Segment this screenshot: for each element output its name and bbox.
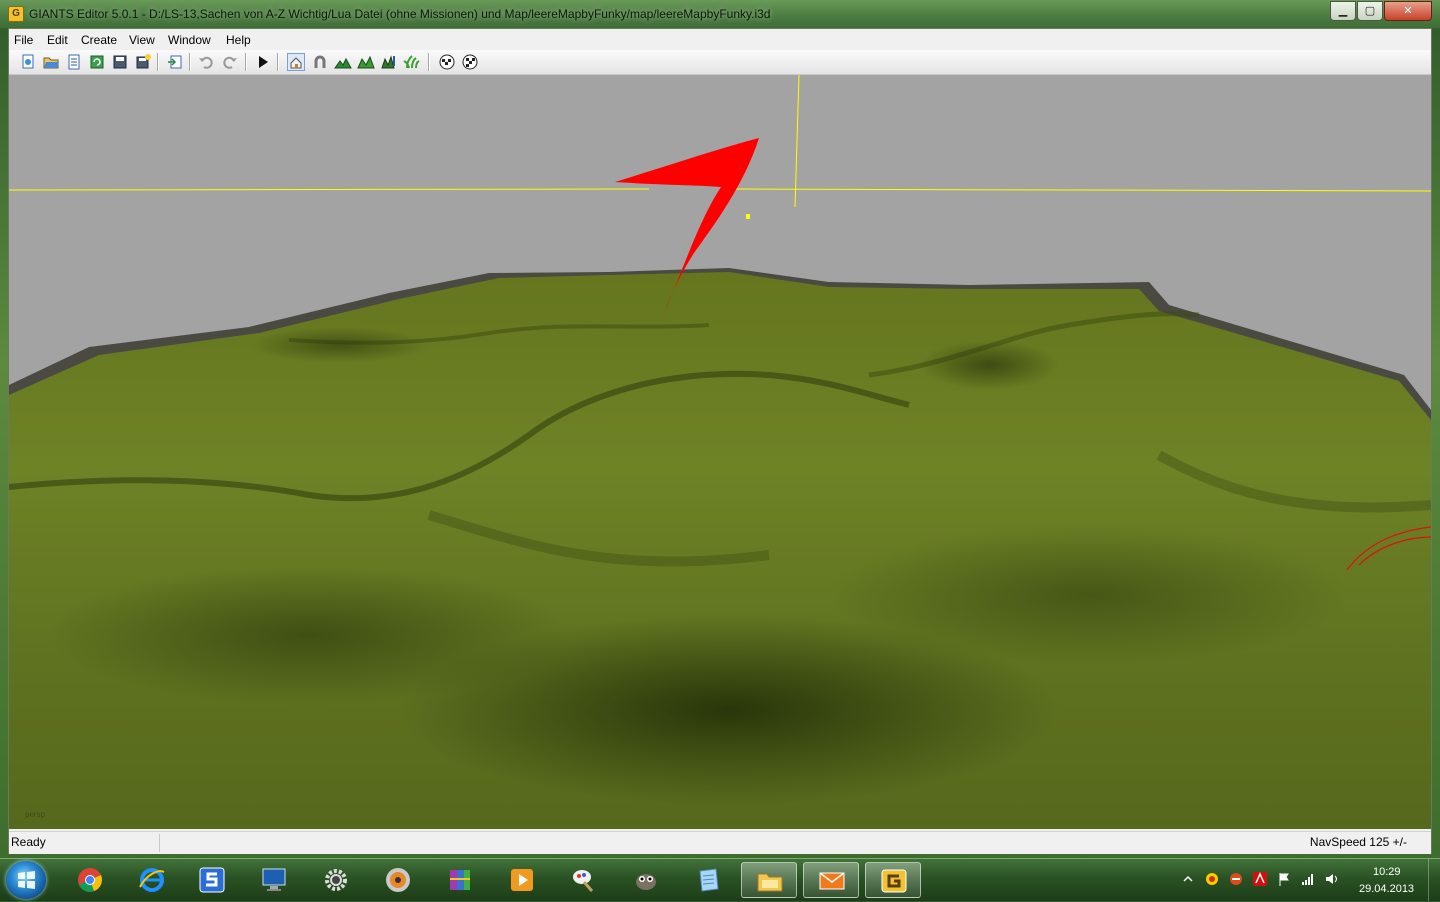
- volume-icon[interactable]: [1324, 871, 1340, 887]
- app-s-icon: [199, 867, 225, 893]
- start-button[interactable]: [6, 861, 46, 899]
- 3d-viewport[interactable]: persp: [9, 75, 1431, 829]
- taskbar-dvd[interactable]: [370, 862, 426, 898]
- taskbar-explorer[interactable]: [741, 862, 797, 898]
- paint-icon: [573, 870, 594, 892]
- taskbar-giants-editor[interactable]: [865, 862, 921, 898]
- redo-icon[interactable]: [221, 53, 239, 71]
- foliage-grass-icon[interactable]: [403, 53, 421, 71]
- toolbar-separator: [277, 53, 279, 71]
- undo-icon[interactable]: [197, 53, 215, 71]
- gizmo-handle[interactable]: [746, 214, 750, 219]
- network-signal-icon[interactable]: [1300, 871, 1316, 887]
- toolbar-separator: [245, 53, 247, 71]
- camera-label: persp: [25, 810, 46, 819]
- toolbar-separator: [157, 53, 159, 71]
- taskbar-chrome[interactable]: [62, 862, 118, 898]
- show-hidden-icons-icon[interactable]: [1180, 871, 1196, 887]
- texture-a-icon[interactable]: [438, 53, 456, 71]
- main-toolbar: [9, 50, 1431, 75]
- monitor-icon: [262, 868, 286, 891]
- giants-editor-icon: [881, 869, 907, 893]
- texture-b-icon[interactable]: [461, 53, 479, 71]
- clock-date[interactable]: 29.04.2013: [1359, 883, 1414, 895]
- save-icon[interactable]: [111, 53, 129, 71]
- new-scene-icon[interactable]: [19, 53, 37, 71]
- menu-edit[interactable]: Edit: [47, 33, 68, 47]
- taskbar-internet-explorer[interactable]: [124, 862, 180, 898]
- terrain-sculpt-icon[interactable]: [334, 53, 352, 71]
- gimp-icon: [636, 874, 656, 890]
- play-icon[interactable]: [254, 53, 272, 71]
- tray-avira-icon[interactable]: [1252, 871, 1268, 887]
- menu-create[interactable]: Create: [81, 33, 117, 47]
- taskbar-settings[interactable]: [308, 862, 364, 898]
- terrain-paint-icon[interactable]: [357, 53, 375, 71]
- open-folder-icon[interactable]: [42, 53, 60, 71]
- title-bar[interactable]: G GIANTS Editor 5.0.1 - D:/LS-13,Sachen …: [0, 0, 1440, 28]
- status-text: Ready: [11, 835, 46, 849]
- dvd-icon: [386, 868, 410, 892]
- taskbar-winrar[interactable]: [432, 862, 488, 898]
- minimize-button[interactable]: ▁: [1330, 1, 1356, 21]
- taskbar-paint[interactable]: [556, 862, 612, 898]
- terrain-scene: [9, 75, 1431, 829]
- client-area: File Edit Create View Window Help persp …: [8, 28, 1432, 854]
- show-desktop-button[interactable]: [1428, 859, 1440, 901]
- explorer-folder-icon: [757, 873, 783, 892]
- status-bar: Ready NavSpeed 125 +/-: [9, 831, 1431, 854]
- taskbar-media-player[interactable]: [494, 862, 550, 898]
- refresh-icon[interactable]: [88, 53, 106, 71]
- import-icon[interactable]: [166, 53, 184, 71]
- mail-icon: [819, 872, 845, 890]
- menu-view[interactable]: View: [129, 33, 155, 47]
- windows-taskbar: 10:29 29.04.2013: [0, 858, 1440, 901]
- maximize-button[interactable]: ▢: [1357, 1, 1383, 21]
- window-title: GIANTS Editor 5.0.1 - D:/LS-13,Sachen vo…: [29, 7, 771, 21]
- select-mode-icon[interactable]: [287, 53, 305, 71]
- notepad-icon: [699, 868, 719, 892]
- tray-antivirus-icon[interactable]: [1204, 871, 1220, 887]
- close-button[interactable]: ✕: [1384, 1, 1432, 21]
- menu-bar: File Edit Create View Window Help: [9, 31, 1431, 49]
- action-center-flag-icon[interactable]: [1276, 871, 1292, 887]
- giants-editor-app-icon[interactable]: G: [8, 6, 24, 22]
- save-as-icon[interactable]: [134, 53, 152, 71]
- taskbar-gimp[interactable]: [618, 862, 674, 898]
- winrar-icon: [450, 870, 470, 890]
- taskbar-notepad[interactable]: [680, 862, 736, 898]
- taskbar-mail[interactable]: [803, 862, 859, 898]
- menu-window[interactable]: Window: [168, 33, 211, 47]
- toolbar-separator: [428, 53, 430, 71]
- editor-window: G GIANTS Editor 5.0.1 - D:/LS-13,Sachen …: [0, 0, 1440, 858]
- magnet-icon[interactable]: [311, 53, 329, 71]
- tray-chat-icon[interactable]: [1228, 871, 1244, 887]
- navspeed-readout: NavSpeed 125 +/-: [1309, 835, 1407, 849]
- toolbar-separator: [189, 53, 191, 71]
- menu-file[interactable]: File: [14, 33, 33, 47]
- scenegraph-icon[interactable]: [65, 53, 83, 71]
- internet-explorer-icon: [139, 868, 165, 892]
- clock-time[interactable]: 10:29: [1373, 866, 1401, 878]
- status-divider: [159, 834, 160, 852]
- chrome-icon: [78, 868, 102, 892]
- settings-gear-icon: [325, 869, 347, 891]
- taskbar-monitor[interactable]: [246, 862, 302, 898]
- gizmo-vertical-line: [794, 75, 800, 208]
- menu-help[interactable]: Help: [226, 33, 251, 47]
- media-player-icon: [511, 869, 533, 891]
- taskbar-app-s[interactable]: [184, 862, 240, 898]
- foliage-paint-icon[interactable]: [380, 53, 398, 71]
